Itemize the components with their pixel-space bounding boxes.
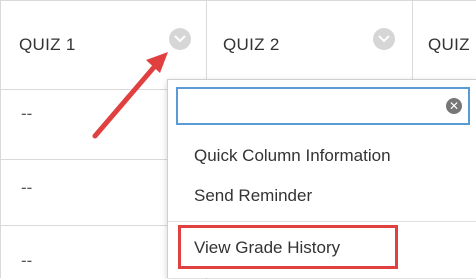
annotation-arrow — [92, 52, 168, 139]
